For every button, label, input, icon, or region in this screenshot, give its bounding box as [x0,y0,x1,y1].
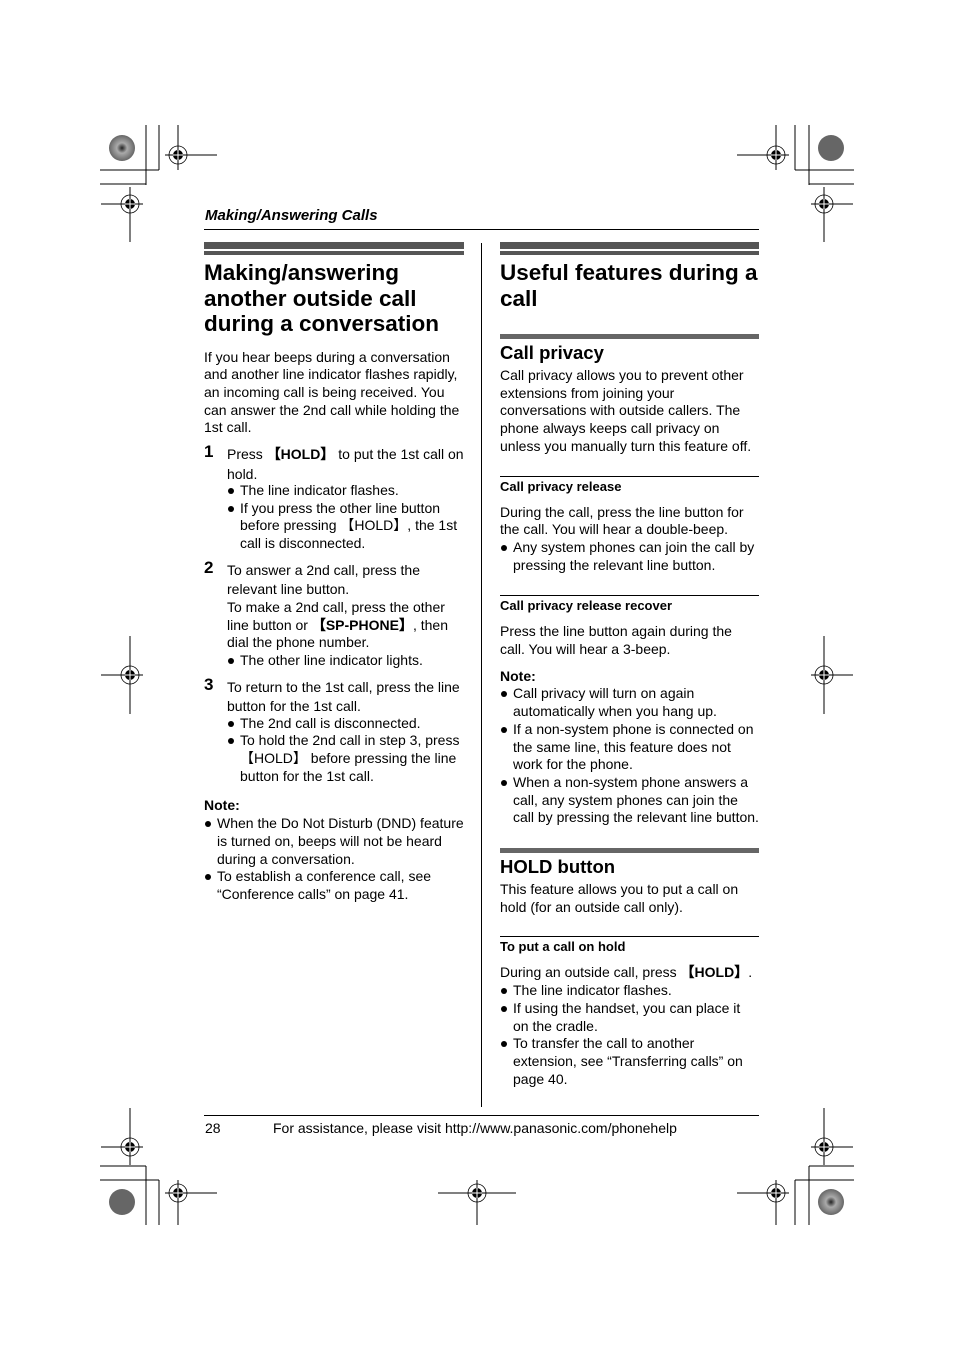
title-bar-thin [500,251,759,255]
printer-registration-marks [100,125,854,1225]
bullet-icon [228,505,234,512]
step-number: 2 [204,557,214,577]
list-item: Any system phones can join the call by p… [500,539,759,574]
bullet-icon [205,821,211,828]
list-item: To hold the 2nd call in step 3, press 【H… [227,732,464,785]
step-3: 3 To return to the 1st call, press the l… [204,674,464,786]
right-column: Useful features during a call Call priva… [500,242,759,1088]
bullet-icon [501,988,507,995]
hold-button-body: This feature allows you to put a call on… [500,881,739,915]
crop-mark-bottom-right [737,1108,854,1225]
list-item: The line indicator flashes. [500,982,759,1000]
bullet-icon [501,779,507,786]
put-call-on-hold-heading: To put a call on hold [500,939,626,955]
subsection-bar [500,334,759,339]
bullet-icon [228,720,234,727]
intro-paragraph: If you hear beeps during a conversation … [204,348,460,436]
crop-mark-top-right [737,125,854,242]
step-2: 2 To answer a 2nd call, press the releva… [204,557,464,670]
header-rule [204,229,759,230]
list-item: The other line indicator lights. [227,652,464,670]
note-item: If a non-system phone is connected on th… [500,721,759,774]
footer-assistance-text: For assistance, please visit http://www.… [273,1120,677,1136]
note-label: Note: [500,667,536,684]
step-1: 1 Press 【HOLD】 to put the 1st call on ho… [204,442,464,553]
hold-key: 【HOLD】 [680,964,749,981]
note-label: Note: [204,797,240,814]
bullet-icon [501,1041,507,1048]
call-privacy-release-body: During the call, press the line button f… [500,503,744,538]
note-item: Call privacy will turn on again automati… [500,685,759,720]
sp-phone-key: 【SP-PHONE】 [311,616,413,633]
note-item: When the Do Not Disturb (DND) feature is… [204,815,464,868]
call-privacy-recover-body: Press the line button again during the c… [500,623,732,658]
bullet-icon [228,657,234,664]
note-item: When a non-system phone answers a call, … [500,774,759,827]
call-privacy-recover-heading: Call privacy release recover [500,598,673,614]
list-item: The line indicator flashes. [227,482,464,500]
note-item: To establish a conference call, see “Con… [204,868,464,903]
step-number: 1 [204,442,214,462]
title-bar-thick [204,242,464,249]
rule [500,475,759,477]
put-call-on-hold-body: During an outside call, press 【HOLD】. [500,964,753,981]
footer-rule [204,1115,759,1116]
hold-button-heading: HOLD button [500,856,616,878]
list-item: If you press the other line button befor… [227,500,464,553]
list-item: The 2nd call is disconnected. [227,715,464,733]
step-text: To answer a 2nd call, press the relevant… [227,561,420,597]
crop-mark-mid-right [811,636,853,714]
list-item: To transfer the call to another extensio… [500,1035,759,1088]
rule [500,936,759,938]
bullet-icon [501,726,507,733]
column-divider [481,243,482,1107]
step-text: To make a 2nd call, press the other line… [227,598,448,651]
subsection-bar [500,848,759,854]
list-item: If using the handset, you can place it o… [500,1000,759,1035]
hold-key: 【HOLD】 [266,446,335,463]
bullet-icon [501,691,507,698]
bullet-icon [501,1005,507,1012]
title-bar-thin [204,251,464,255]
section-title: Useful features during a call [500,260,758,311]
call-privacy-release-heading: Call privacy release [500,478,622,494]
left-column: Making/answering another outside call du… [204,242,464,904]
step-number: 3 [204,674,214,694]
crop-mark-bottom-left [100,1108,217,1225]
step-text: Press 【HOLD】 to put the 1st call on hold… [227,446,464,482]
crop-mark-bottom-center [438,1180,516,1225]
step-text: To return to the 1st call, press the lin… [227,678,460,715]
title-bar-thick [500,242,759,249]
crop-mark-mid-left [101,636,143,714]
crop-mark-top-left [100,125,217,242]
bullet-icon [205,874,211,881]
section-title: Making/answering another outside call du… [204,260,440,336]
bullet-icon [228,488,234,495]
call-privacy-heading: Call privacy [500,342,604,363]
bullet-icon [228,738,234,745]
bullet-icon [501,544,507,551]
rule [500,595,759,597]
running-head: Making/Answering Calls [205,207,378,224]
call-privacy-body: Call privacy allows you to prevent other… [500,367,752,454]
page-number: 28 [205,1120,221,1136]
